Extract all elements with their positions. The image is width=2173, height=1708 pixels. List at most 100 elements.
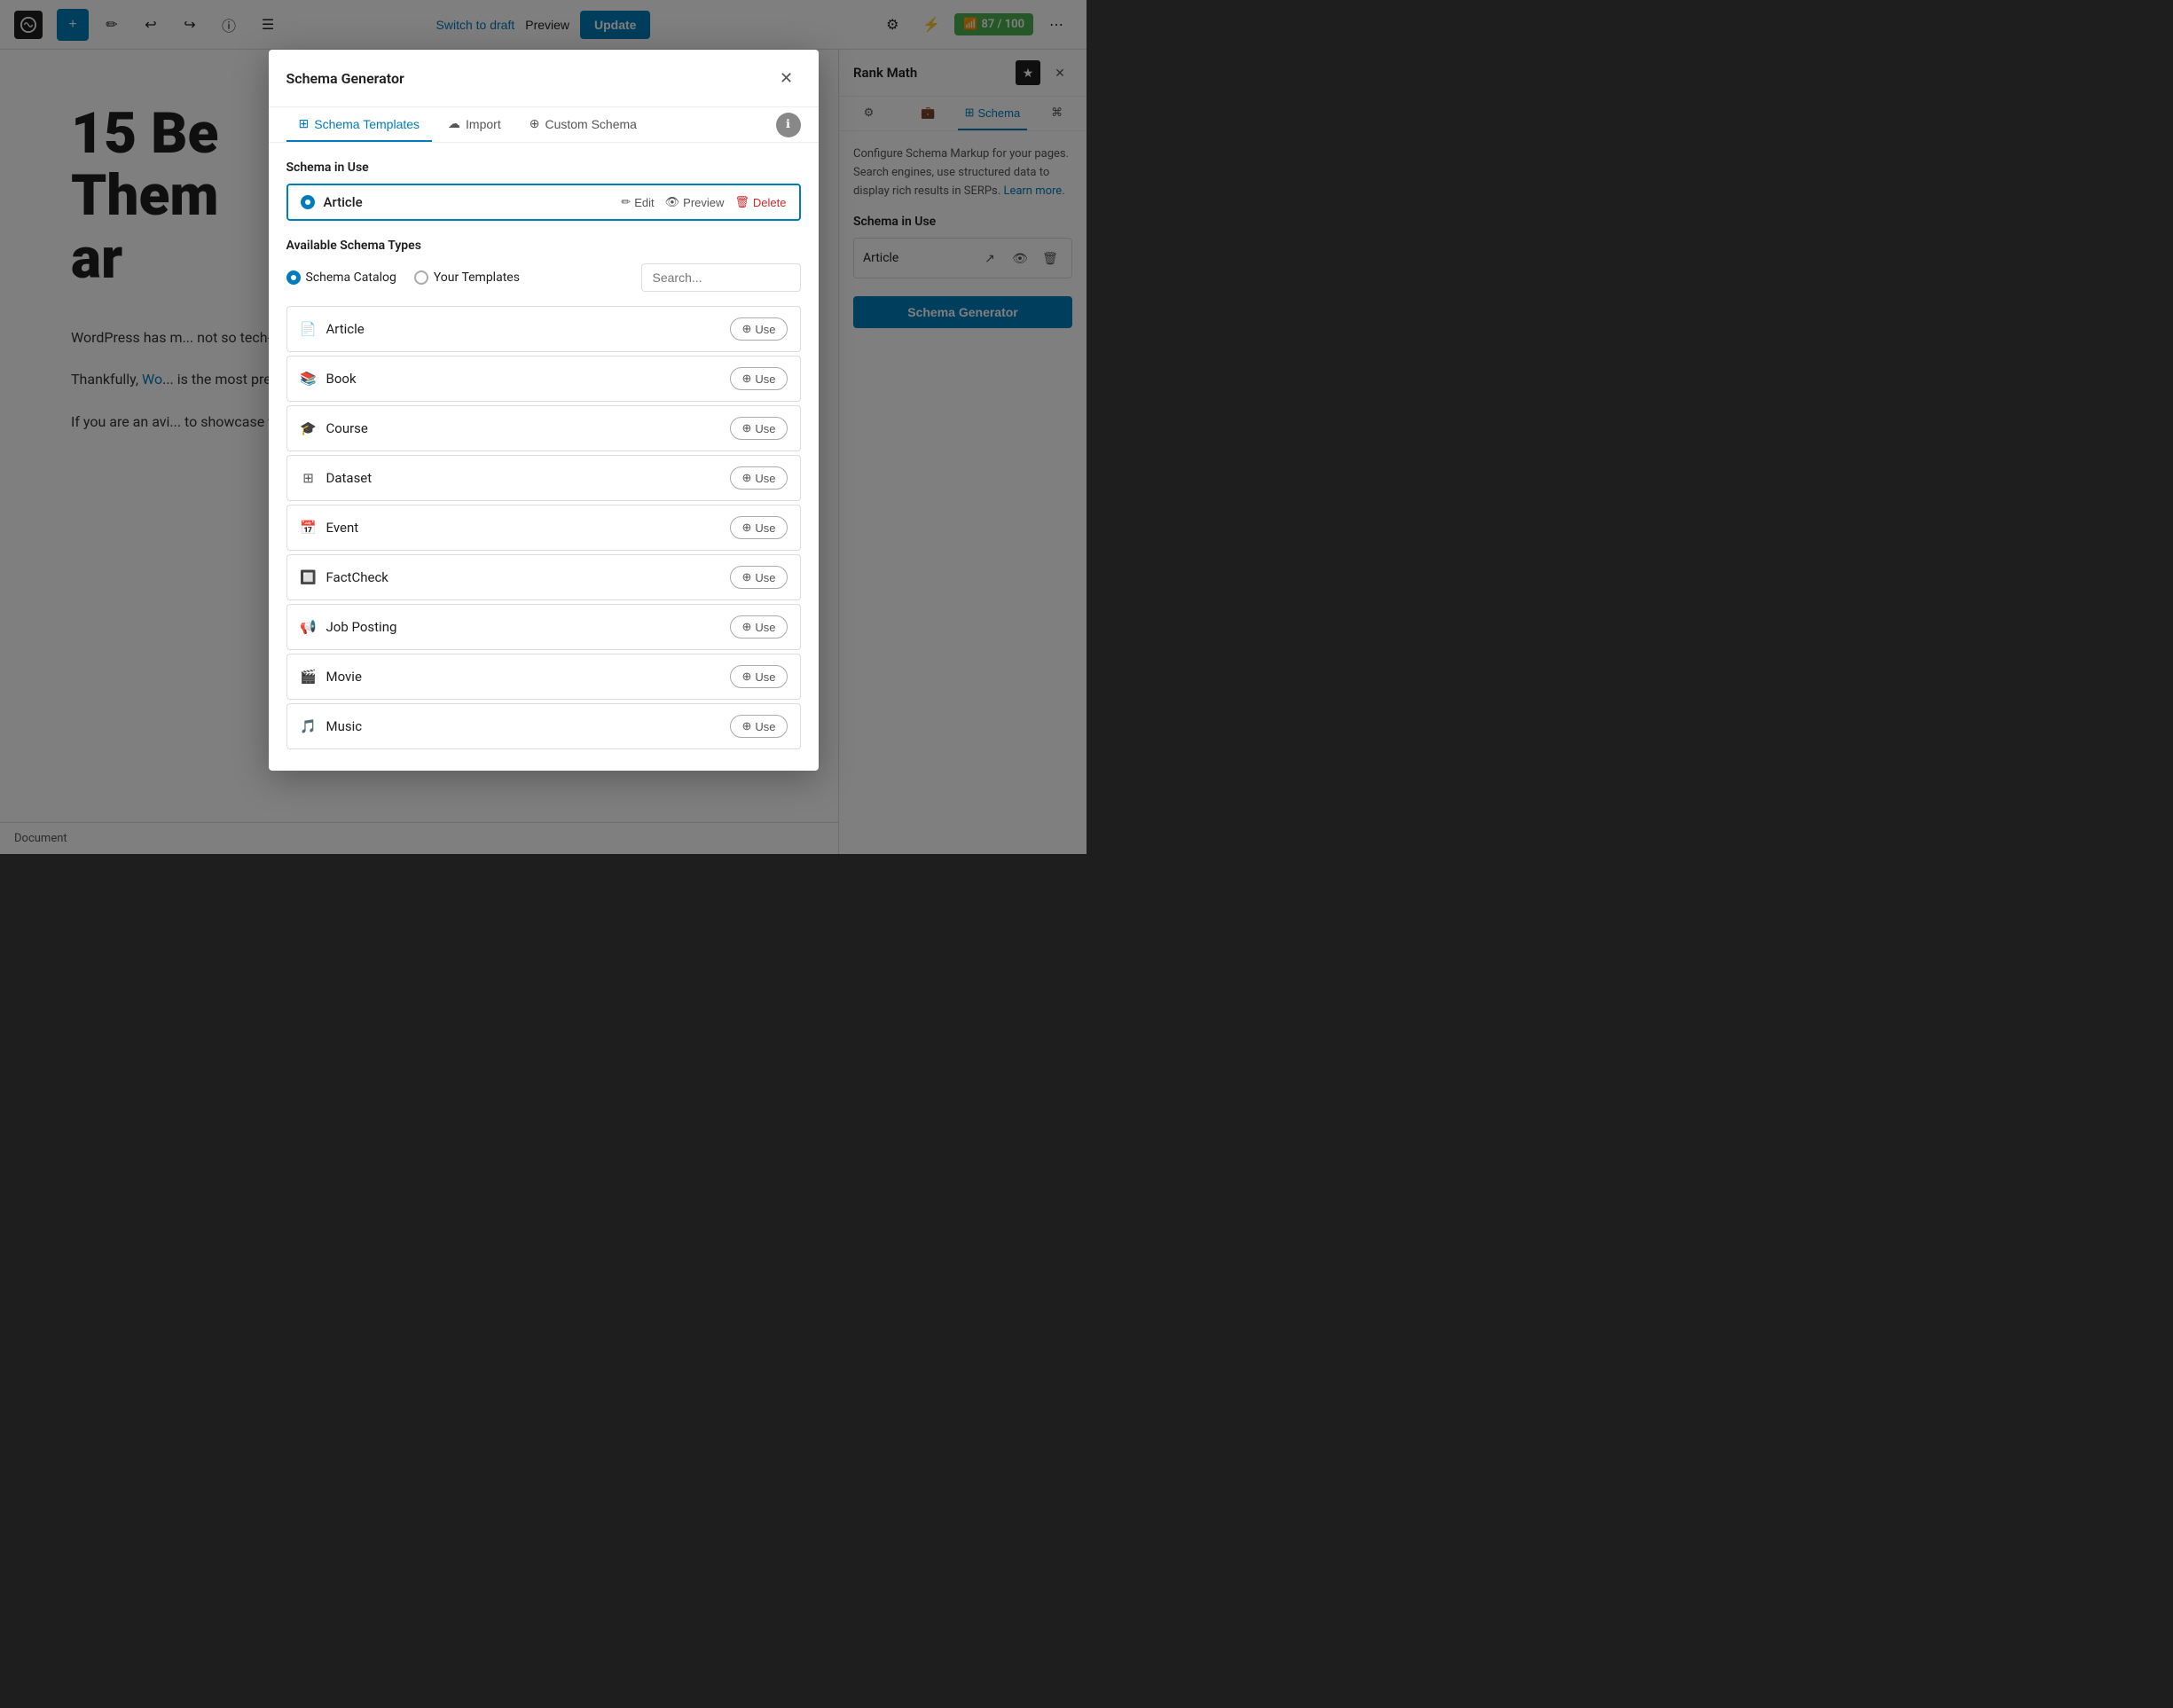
schema-in-use-name: Article (324, 194, 622, 210)
use-article-button[interactable]: ⊕ Use (730, 317, 787, 341)
templates-radio (414, 270, 428, 285)
schema-item-left: 📄 Article (300, 321, 365, 337)
list-item: 📄 Article ⊕ Use (286, 306, 801, 352)
eye-icon: 👁 (665, 195, 680, 209)
schema-item-left: 🎬 Movie (300, 669, 362, 685)
available-types-title: Available Schema Types (286, 239, 801, 253)
custom-icon: ⊕ (530, 116, 540, 131)
use-movie-button[interactable]: ⊕ Use (730, 665, 787, 688)
delete-schema-button[interactable]: 🗑 Delete (734, 195, 786, 209)
info-button[interactable]: ℹ (776, 113, 801, 137)
use-label: Use (755, 422, 775, 435)
modal-header: Schema Generator ✕ (269, 50, 819, 107)
trash-icon: 🗑 (734, 195, 749, 209)
modal-title: Schema Generator (286, 70, 404, 87)
modal-tabs: ⊞ Schema Templates ☁ Import ⊕ Custom Sch… (269, 107, 819, 143)
info-icon: ℹ (786, 118, 790, 131)
plus-circle-icon: ⊕ (741, 719, 751, 733)
list-item: 📅 Event ⊕ Use (286, 505, 801, 551)
event-icon: 📅 (300, 520, 318, 536)
modal-close-button[interactable]: ✕ (773, 64, 801, 92)
schema-item-name: Job Posting (326, 619, 397, 635)
schema-item-left: 📅 Event (300, 520, 359, 536)
schema-list: 📄 Article ⊕ Use 📚 Book ⊕ Use (286, 306, 801, 753)
use-label: Use (755, 621, 775, 634)
close-icon: ✕ (780, 69, 793, 88)
use-dataset-button[interactable]: ⊕ Use (730, 466, 787, 490)
edit-schema-button[interactable]: ✏ Edit (621, 195, 654, 209)
schema-item-name: Book (326, 371, 357, 387)
delete-label: Delete (753, 196, 787, 209)
use-music-button[interactable]: ⊕ Use (730, 715, 787, 738)
tab-custom-schema[interactable]: ⊕ Custom Schema (517, 107, 649, 142)
movie-icon: 🎬 (300, 669, 318, 685)
use-book-button[interactable]: ⊕ Use (730, 367, 787, 390)
music-icon: 🎵 (300, 718, 318, 734)
use-label: Use (755, 472, 775, 485)
list-item: 📢 Job Posting ⊕ Use (286, 604, 801, 650)
filter-catalog[interactable]: Schema Catalog (286, 270, 396, 285)
article-icon: 📄 (300, 321, 318, 337)
dataset-icon: ⊞ (300, 470, 318, 486)
list-item: 🎵 Music ⊕ Use (286, 703, 801, 749)
filter-templates[interactable]: Your Templates (414, 270, 520, 285)
modal-body: Schema in Use Article ✏ Edit 👁 Preview (269, 143, 819, 771)
schema-item-name: Movie (326, 669, 362, 685)
plus-circle-icon: ⊕ (741, 570, 751, 584)
preview-label: Preview (683, 196, 724, 209)
templates-filter-label: Your Templates (434, 270, 520, 285)
factcheck-icon: 🔲 (300, 569, 318, 585)
schema-item-name: Course (326, 420, 368, 436)
custom-label: Custom Schema (545, 117, 636, 131)
schema-in-use-row: Article ✏ Edit 👁 Preview 🗑 Delete (286, 184, 801, 221)
use-label: Use (755, 521, 775, 535)
plus-circle-icon: ⊕ (741, 521, 751, 535)
schema-search-input[interactable] (641, 263, 801, 292)
tab-import[interactable]: ☁ Import (435, 107, 514, 142)
use-label: Use (755, 720, 775, 733)
use-label: Use (755, 571, 775, 584)
schema-item-name: Event (326, 520, 359, 536)
use-factcheck-button[interactable]: ⊕ Use (730, 566, 787, 589)
plus-circle-icon: ⊕ (741, 620, 751, 634)
preview-schema-button[interactable]: 👁 Preview (665, 195, 725, 209)
use-jobposting-button[interactable]: ⊕ Use (730, 615, 787, 639)
templates-label: Schema Templates (314, 117, 420, 131)
list-item: 🎬 Movie ⊕ Use (286, 654, 801, 700)
use-label: Use (755, 372, 775, 386)
plus-circle-icon: ⊕ (741, 421, 751, 435)
plus-circle-icon: ⊕ (741, 372, 751, 386)
schema-item-name: Music (326, 718, 363, 734)
list-item: 📚 Book ⊕ Use (286, 356, 801, 402)
use-event-button[interactable]: ⊕ Use (730, 516, 787, 539)
schema-in-use-title: Schema in Use (286, 161, 801, 175)
list-item: ⊞ Dataset ⊕ Use (286, 455, 801, 501)
jobposting-icon: 📢 (300, 619, 318, 635)
schema-item-left: 📢 Job Posting (300, 619, 397, 635)
schema-item-left: 🔲 FactCheck (300, 569, 388, 585)
use-course-button[interactable]: ⊕ Use (730, 417, 787, 440)
schema-item-name: Dataset (326, 470, 373, 486)
schema-item-left: ⊞ Dataset (300, 470, 373, 486)
catalog-radio (286, 270, 301, 285)
use-label: Use (755, 323, 775, 336)
templates-icon: ⊞ (299, 116, 310, 131)
schema-item-name: Article (326, 321, 365, 337)
list-item: 🔲 FactCheck ⊕ Use (286, 554, 801, 600)
edit-label: Edit (634, 196, 654, 209)
tab-schema-templates[interactable]: ⊞ Schema Templates (286, 107, 433, 142)
schema-radio (301, 195, 315, 209)
plus-circle-icon: ⊕ (741, 670, 751, 684)
schema-item-name: FactCheck (326, 569, 388, 585)
import-label: Import (466, 117, 501, 131)
radio-inner (305, 200, 310, 205)
edit-icon: ✏ (621, 195, 631, 209)
schema-item-left: 📚 Book (300, 371, 357, 387)
filter-row: Schema Catalog Your Templates (286, 263, 801, 292)
modal-overlay: Schema Generator ✕ ⊞ Schema Templates ☁ … (0, 0, 1086, 854)
import-icon: ☁ (448, 116, 460, 131)
plus-circle-icon: ⊕ (741, 322, 751, 336)
schema-item-left: 🎵 Music (300, 718, 363, 734)
use-label: Use (755, 670, 775, 684)
plus-circle-icon: ⊕ (741, 471, 751, 485)
